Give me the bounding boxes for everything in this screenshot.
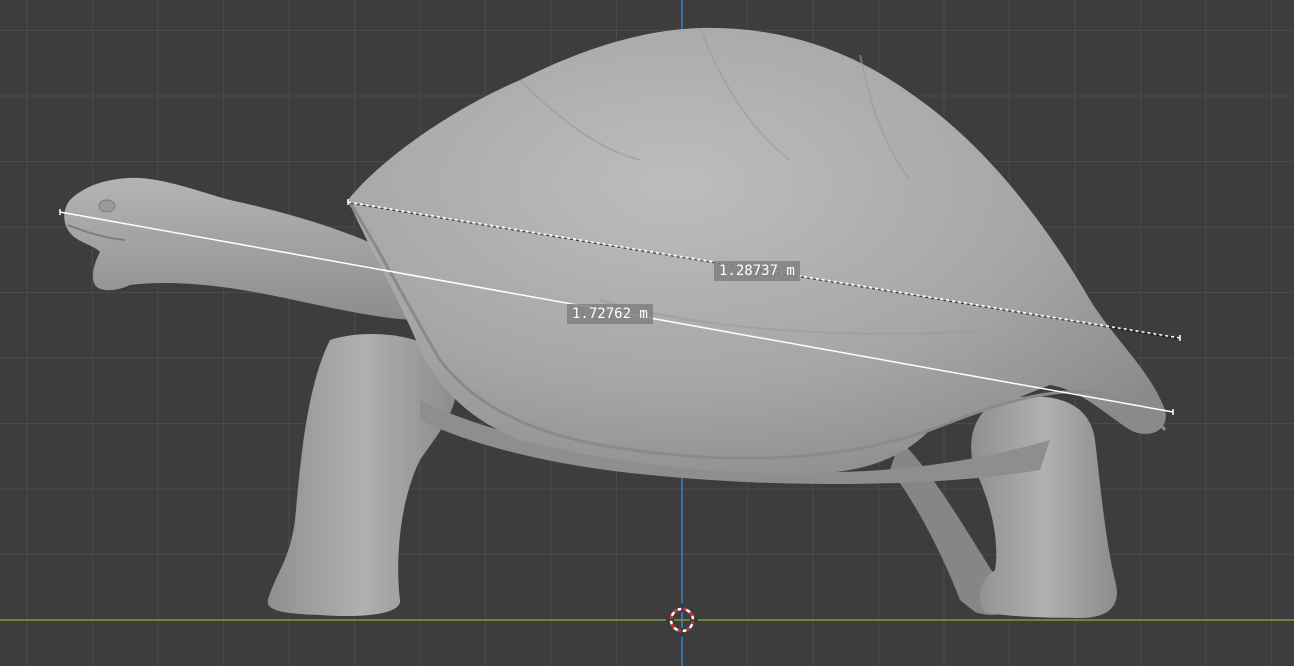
3d-viewport[interactable]: 1.28737 m 1.72762 m [0, 0, 1294, 666]
viewport-canvas[interactable] [0, 0, 1294, 666]
tortoise-eye [98, 199, 116, 213]
measure-label-body[interactable]: 1.72762 m [567, 304, 653, 324]
tortoise-front-leg [267, 334, 457, 617]
measure-label-shell[interactable]: 1.28737 m [714, 261, 800, 281]
tortoise-back-leg [971, 396, 1117, 618]
